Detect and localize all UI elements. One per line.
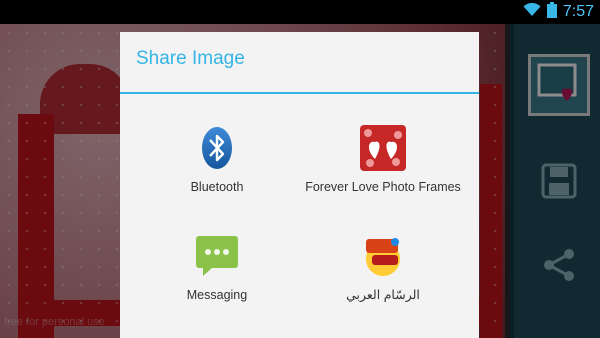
share-target-messaging[interactable]: Messaging [132,232,302,303]
app-label: Bluetooth [190,180,244,194]
status-icons: 7:57 [523,1,594,23]
messaging-icon [193,232,241,280]
status-bar: 7:57 [0,0,600,24]
share-target-bluetooth[interactable]: Bluetooth [132,124,302,195]
share-target-arabic-painter[interactable]: الرسّام العربي [298,232,468,303]
battery-icon [546,1,557,23]
share-target-forever-love[interactable]: Forever Love Photo Frames [298,124,468,195]
arabic-painter-app-icon [359,232,407,280]
bluetooth-icon [193,124,241,172]
dialog-divider [120,92,479,94]
status-time: 7:57 [562,3,594,20]
app-label: الرسّام العربي [346,288,420,302]
share-dialog: Share Image Bluetooth Forever Love Photo… [120,32,479,338]
forever-love-app-icon [359,124,407,172]
app-label: Forever Love Photo Frames [305,180,461,194]
wifi-icon [523,2,541,22]
dialog-title: Share Image [136,48,245,69]
app-label: Messaging [186,288,248,302]
